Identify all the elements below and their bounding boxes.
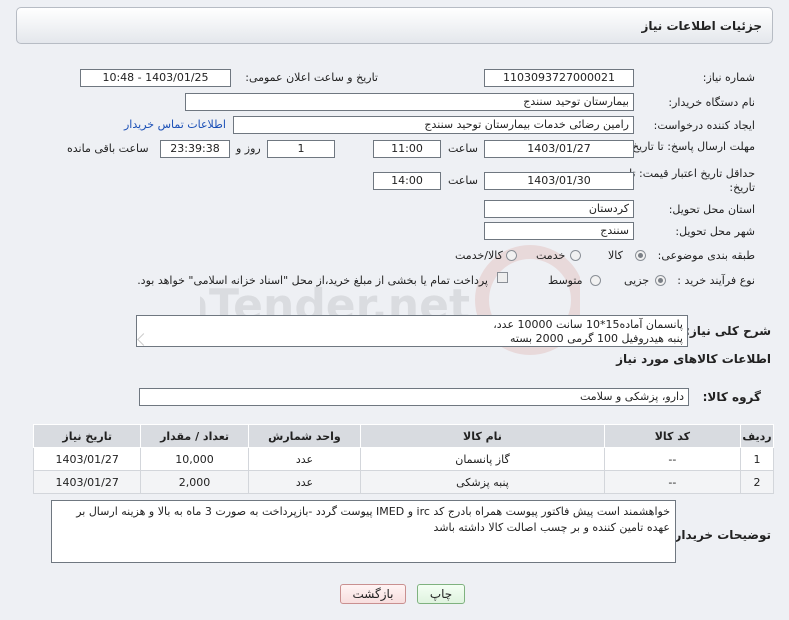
requester-field: رامین رضائی خدمات بیمارستان توحید سنندج <box>233 116 634 134</box>
cell-qty: 10,000 <box>140 447 249 471</box>
category-option-goods-service: کالا/خدمت <box>455 249 503 262</box>
cell-code: -- <box>603 447 741 471</box>
purchase-radio-medium[interactable] <box>590 275 601 286</box>
purchase-radio-minor[interactable] <box>655 275 666 286</box>
requester-label: ایجاد کننده درخواست: <box>653 119 755 132</box>
goods-table-header: ردیف کد کالا نام کالا واحد شمارش تعداد /… <box>32 424 775 448</box>
delivery-city-field: سنندج <box>484 222 634 240</box>
remaining-label: ساعت باقی مانده <box>67 142 149 155</box>
buyer-contact-link[interactable]: اطلاعات تماس خریدار <box>124 118 226 131</box>
category-option-goods: کالا <box>608 249 623 262</box>
price-validity-time: 14:00 <box>373 172 441 190</box>
delivery-province-label: استان محل تحویل: <box>668 203 755 216</box>
price-validity-date: 1403/01/30 <box>484 172 634 190</box>
purchase-option-minor: جزیی <box>624 274 650 287</box>
col-name: نام کالا <box>360 424 605 448</box>
buyer-notes-label: توضیحات خریدار: <box>669 528 771 542</box>
remaining-days: 1 <box>267 140 335 158</box>
announce-datetime-label: تاریخ و ساعت اعلان عمومی: <box>245 71 378 84</box>
back-button[interactable]: بازگشت <box>340 584 406 604</box>
resize-handle-icon[interactable] <box>137 333 150 346</box>
table-row: 2 -- پنبه پزشکی عدد 2,000 1403/01/27 <box>32 470 775 494</box>
reply-time-label: ساعت <box>448 142 478 155</box>
remaining-time: 23:39:38 <box>160 140 230 158</box>
summary-label: شرح کلی نیاز: <box>685 324 771 338</box>
goods-group-label: گروه کالا: <box>702 390 761 404</box>
cell-date: 1403/01/27 <box>32 447 142 471</box>
purchase-type-label: نوع فرآیند خرید : <box>677 274 755 287</box>
delivery-city-label: شهر محل تحویل: <box>675 225 755 238</box>
buyer-org-field: بیمارستان توحید سنندج <box>185 93 634 111</box>
price-validity-label: حداقل تاریخ اعتبار قیمت: تا تاریخ: <box>629 167 755 194</box>
cell-date: 1403/01/27 <box>32 470 142 494</box>
page-title: جزئیات اطلاعات نیاز <box>641 19 762 33</box>
category-option-service: خدمت <box>536 249 566 262</box>
treasury-payment-note: پرداخت تمام یا بخشی از مبلغ خرید،از محل … <box>137 274 488 287</box>
print-button[interactable]: چاپ <box>417 584 465 604</box>
days-label: روز و <box>236 142 261 155</box>
summary-line-1: پانسمان آماده15*10 سانت 10000 عدد، <box>493 318 683 331</box>
cell-row: 1 <box>739 447 775 471</box>
need-number-label: شماره نیاز: <box>702 71 755 84</box>
col-code: کد کالا <box>603 424 741 448</box>
category-radio-service[interactable] <box>570 250 581 261</box>
cell-row: 2 <box>739 470 775 494</box>
buyer-notes-textarea[interactable]: خواهشمند است پیش فاکتور پیوست همراه بادر… <box>51 500 676 563</box>
cell-unit: عدد <box>247 447 362 471</box>
col-date: تاریخ نیاز <box>32 424 142 448</box>
delivery-province-field: کردستان <box>484 200 634 218</box>
summary-line-2: پنبه هیدروفیل 100 گرمی 2000 بسته <box>510 332 683 345</box>
summary-textarea[interactable]: پانسمان آماده15*10 سانت 10000 عدد، پنبه … <box>136 315 688 347</box>
buyer-org-label: نام دستگاه خریدار: <box>668 96 755 109</box>
purchase-option-medium: متوسط <box>548 274 583 287</box>
cell-code: -- <box>603 470 741 494</box>
cell-name: پنبه پزشکی <box>360 470 605 494</box>
reply-deadline-time: 11:00 <box>373 140 441 158</box>
reply-deadline-label: مهلت ارسال پاسخ: تا تاریخ: <box>628 140 755 153</box>
col-unit: واحد شمارش <box>247 424 362 448</box>
category-radio-goods[interactable] <box>635 250 646 261</box>
category-radio-goods-service[interactable] <box>506 250 517 261</box>
page-header: جزئیات اطلاعات نیاز <box>16 7 773 44</box>
col-qty: تعداد / مقدار <box>140 424 249 448</box>
table-row: 1 -- گاز پانسمان عدد 10,000 1403/01/27 <box>32 447 775 471</box>
need-number-field: 1103093727000021 <box>484 69 634 87</box>
col-row: ردیف <box>739 424 775 448</box>
treasury-payment-checkbox[interactable] <box>497 272 508 283</box>
goods-section-title: اطلاعات کالاهای مورد نیاز <box>616 352 771 366</box>
reply-deadline-date: 1403/01/27 <box>484 140 634 158</box>
goods-group-field: دارو، پزشکی و سلامت <box>139 388 689 406</box>
cell-name: گاز پانسمان <box>360 447 605 471</box>
cell-unit: عدد <box>247 470 362 494</box>
category-label: طبقه بندی موضوعی: <box>657 249 755 262</box>
price-validity-time-label: ساعت <box>448 174 478 187</box>
announce-datetime-field: 1403/01/25 - 10:48 <box>80 69 231 87</box>
goods-table: ردیف کد کالا نام کالا واحد شمارش تعداد /… <box>32 424 775 494</box>
cell-qty: 2,000 <box>140 470 249 494</box>
